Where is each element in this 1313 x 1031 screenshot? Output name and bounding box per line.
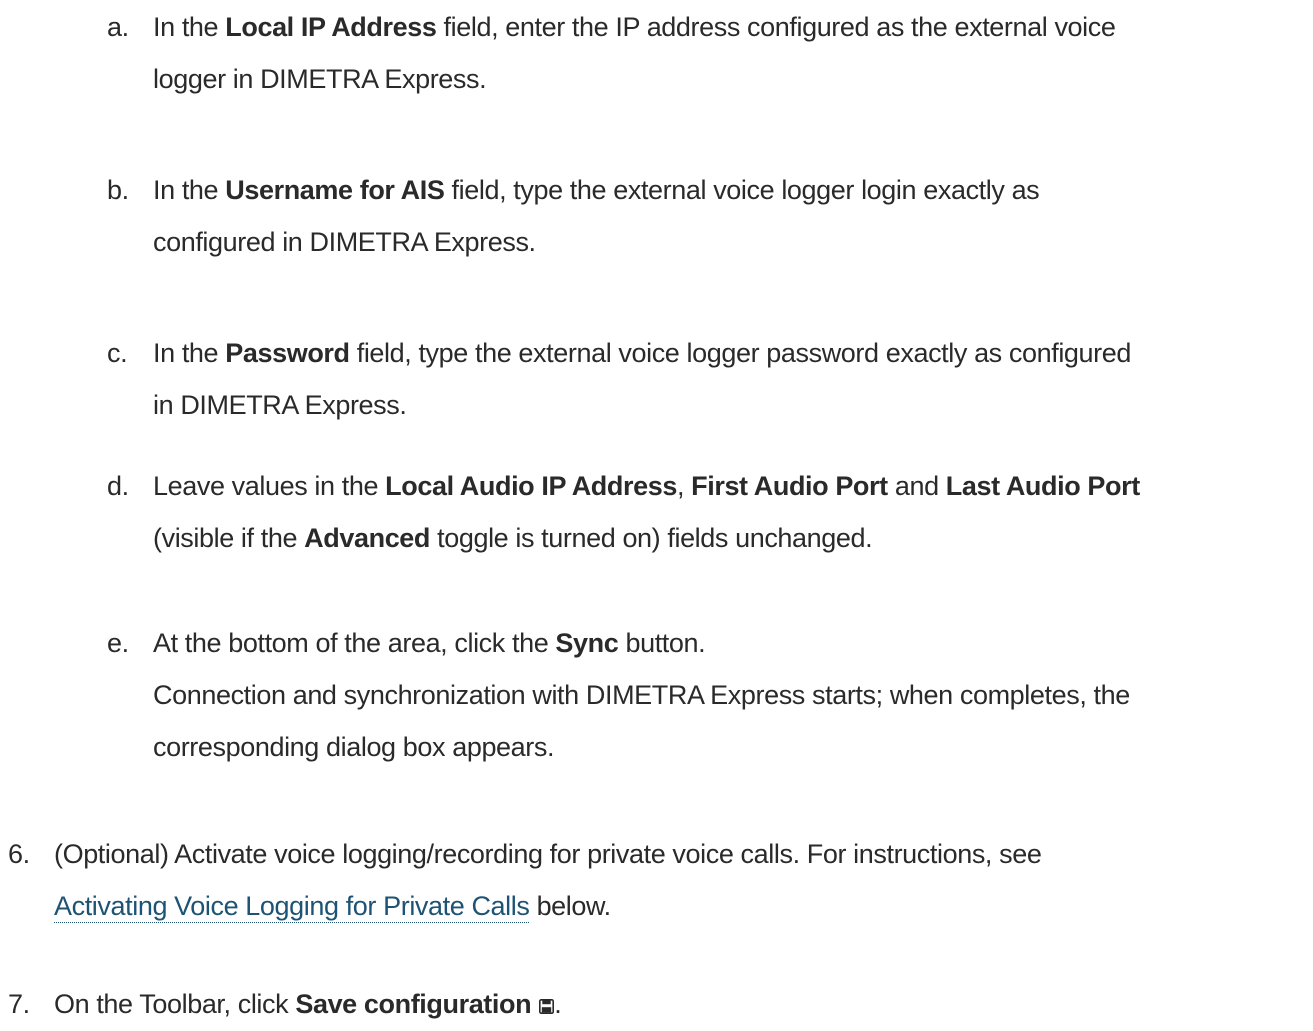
text-line: Activating Voice Logging for Private Cal… [54,891,611,923]
save-icon [539,979,555,1014]
substep-text: In the Username for AIS field, type the … [153,164,1040,268]
substep-text: In the Password field, type the external… [153,327,1131,431]
substep-marker: d. [107,471,129,501]
substep-marker: c. [107,338,128,368]
ui-term-local-audio-ip-address: Local Audio IP Address [385,471,677,501]
text-line: On the Toolbar, click Save configuration… [54,978,562,1030]
text-line: configured in DIMETRA Express. [153,227,536,257]
step-marker: 6. [8,839,30,869]
substep-marker: a. [107,12,129,42]
text-line: (visible if the Advanced toggle is turne… [153,523,873,553]
ui-term-first-audio-port: First Audio Port [691,471,888,501]
text-line: (Optional) Activate voice logging/record… [54,839,1042,869]
ui-term-local-ip-address: Local IP Address [225,12,437,42]
substep-text: Leave values in the Local Audio IP Addre… [153,460,1140,564]
ui-term-save-configuration: Save configuration [295,989,532,1019]
text-line: corresponding dialog box appears. [153,732,555,762]
text-line: In the Local IP Address field, enter the… [153,12,1116,42]
step-marker: 7. [8,989,30,1019]
ui-term-last-audio-port: Last Audio Port [945,471,1140,501]
text-line: At the bottom of the area, click the Syn… [153,628,706,658]
ui-term-username-for-ais: Username for AIS [225,175,445,205]
ui-term-advanced: Advanced [304,523,431,553]
text-line: logger in DIMETRA Express. [153,64,487,94]
substep-marker: b. [107,175,129,205]
text-line: In the Username for AIS field, type the … [153,175,1040,205]
text-line: Leave values in the Local Audio IP Addre… [153,471,1140,501]
substep-marker: e. [107,628,129,658]
document-page: a. In the Local IP Address field, enter … [0,0,1313,1030]
ui-term-sync: Sync [555,628,619,658]
text-line: In the Password field, type the external… [153,338,1131,368]
text-line: Connection and synchronization with DIME… [153,680,1130,710]
text-line: in DIMETRA Express. [153,390,407,420]
substep-text: In the Local IP Address field, enter the… [153,1,1116,105]
step-text: On the Toolbar, click Save configuration… [54,978,562,1030]
activating-voice-logging-link[interactable]: Activating Voice Logging for Private Cal… [54,891,530,923]
substep-text: At the bottom of the area, click the Syn… [153,617,1130,773]
ui-term-password: Password [225,338,350,368]
step-text: (Optional) Activate voice logging/record… [54,828,1042,932]
